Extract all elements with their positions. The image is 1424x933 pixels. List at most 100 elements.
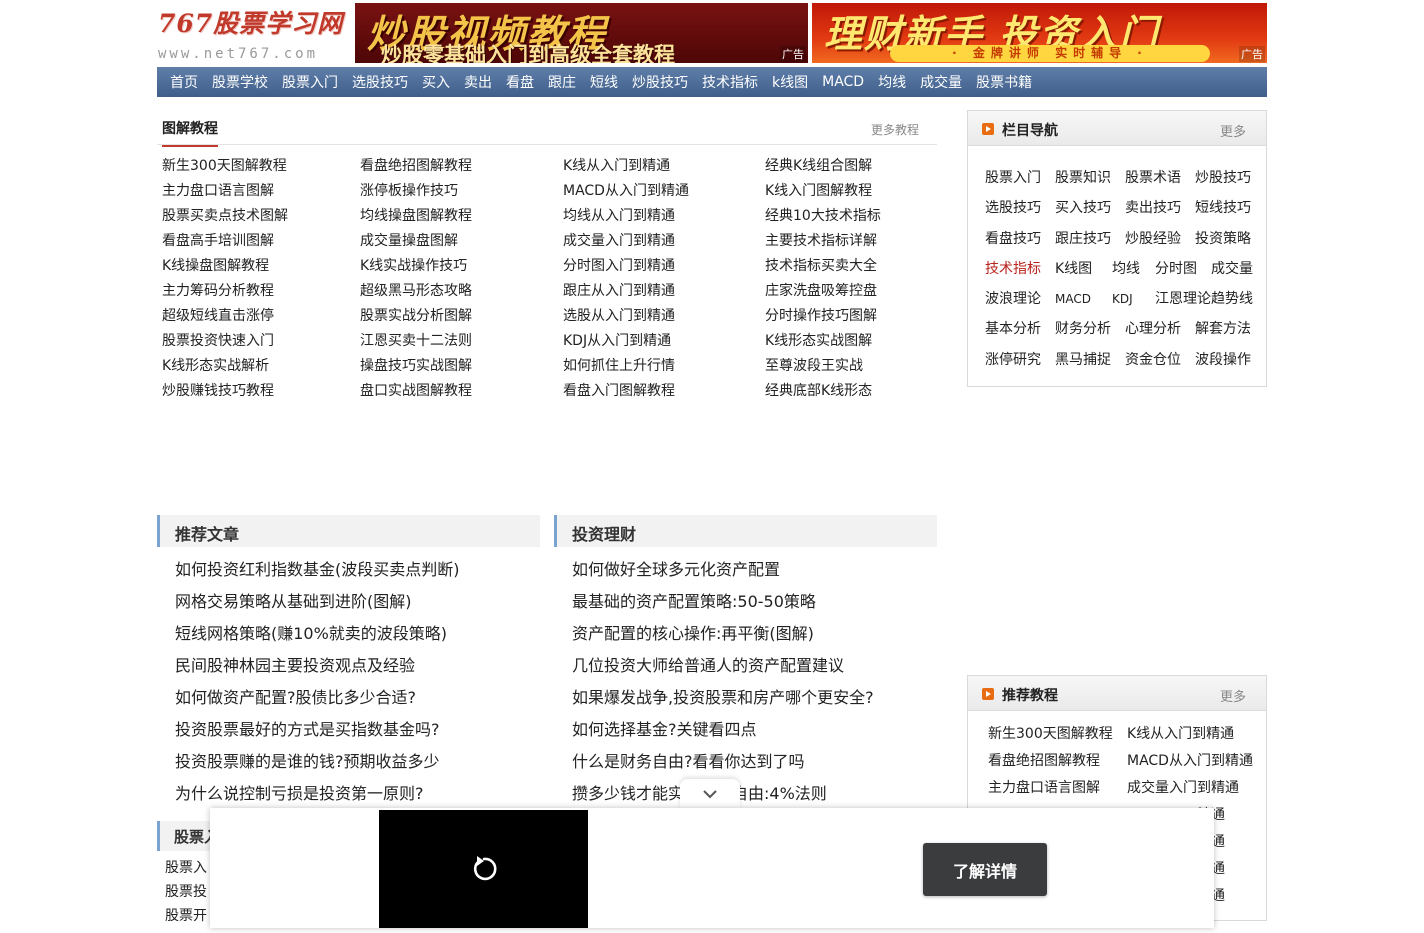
column-nav-link[interactable]: 短线技巧 — [1195, 193, 1265, 223]
banner-ad-video-course[interactable]: 炒股视频教程 炒股零基础入门到高级全套教程 广告 — [355, 3, 808, 63]
video-player[interactable] — [379, 810, 588, 928]
nav-item[interactable]: 选股技巧 — [352, 72, 408, 92]
column-nav-link[interactable]: 波浪理论 — [985, 284, 1055, 314]
article-link[interactable]: 如果爆发战争,投资股票和房产哪个更安全? — [572, 682, 874, 714]
column-nav-link[interactable]: K线图 — [1055, 254, 1112, 284]
nav-item[interactable]: 均线 — [878, 72, 906, 92]
article-link[interactable]: 投资股票赚的是谁的钱?预期收益多少 — [175, 746, 460, 778]
tutorial-link[interactable]: 庄家洗盘吸筹控盘 — [765, 279, 942, 304]
column-nav-link[interactable]: 黑马捕捉 — [1055, 345, 1125, 375]
column-nav-link[interactable]: 江恩理论 — [1155, 284, 1211, 314]
replay-icon[interactable] — [469, 854, 499, 884]
column-nav-link[interactable]: 成交量 — [1211, 254, 1261, 284]
tutorial-link[interactable]: MACD从入门到精通 — [563, 179, 765, 204]
tutorials-more-link[interactable]: 更多教程 — [871, 121, 919, 138]
nav-item[interactable]: MACD — [822, 74, 864, 90]
nav-item[interactable]: 炒股技巧 — [632, 72, 688, 92]
tutorial-link[interactable]: 分时操作技巧图解 — [765, 304, 942, 329]
nav-item[interactable]: 短线 — [590, 72, 618, 92]
tutorial-link[interactable]: 股票买卖点技术图解 — [162, 204, 360, 229]
article-link[interactable]: 民间股神林园主要投资观点及经验 — [175, 650, 460, 682]
tutorial-link[interactable]: 超级黑马形态攻略 — [360, 279, 563, 304]
tutorial-link[interactable]: 至尊波段王实战 — [765, 354, 942, 379]
tutorial-link[interactable]: 看盘入门图解教程 — [563, 379, 765, 404]
tutorial-link[interactable]: 如何抓住上升行情 — [563, 354, 765, 379]
article-link[interactable]: 如何投资红利指数基金(波段买卖点判断) — [175, 554, 460, 586]
learn-more-button[interactable]: 了解详情 — [923, 843, 1047, 896]
tutorial-link[interactable]: K线从入门到精通 — [1127, 721, 1257, 748]
tutorial-link[interactable]: 主力筹码分析教程 — [162, 279, 360, 304]
column-nav-link[interactable]: MACD — [1055, 284, 1112, 314]
tutorial-link[interactable]: 新生300天图解教程 — [162, 154, 360, 179]
article-link[interactable]: 资产配置的核心操作:再平衡(图解) — [572, 618, 874, 650]
tutorial-link[interactable]: 成交量操盘图解 — [360, 229, 563, 254]
column-nav-link[interactable]: 解套方法 — [1195, 314, 1265, 344]
column-nav-link[interactable]: 趋势线 — [1211, 284, 1261, 314]
panel-more-link[interactable]: 更多 — [1220, 686, 1246, 705]
tutorial-link[interactable]: 技术指标买卖大全 — [765, 254, 942, 279]
column-nav-link[interactable]: 投资策略 — [1195, 224, 1265, 254]
tutorial-link[interactable]: 股票投资快速入门 — [162, 329, 360, 354]
tutorial-link[interactable]: 炒股赚钱技巧教程 — [162, 379, 360, 404]
column-nav-link[interactable]: 技术指标 — [985, 254, 1055, 284]
collapse-overlay-button[interactable] — [680, 779, 740, 809]
column-nav-link[interactable]: 卖出技巧 — [1125, 193, 1195, 223]
nav-item[interactable]: 股票入门 — [282, 72, 338, 92]
nav-item[interactable]: 卖出 — [464, 72, 492, 92]
tutorial-link[interactable]: 看盘绝招图解教程 — [988, 748, 1127, 775]
tutorial-link[interactable]: 经典K线组合图解 — [765, 154, 942, 179]
tutorial-link[interactable]: 股票实战分析图解 — [360, 304, 563, 329]
tutorial-link[interactable]: 涨停板操作技巧 — [360, 179, 563, 204]
banner-ad-finance-beginner[interactable]: 理财新手 投资入门 · 金牌讲师 实时辅导 · 广告 — [812, 3, 1267, 63]
nav-item[interactable]: 看盘 — [506, 72, 534, 92]
article-link[interactable]: 最基础的资产配置策略:50-50策略 — [572, 586, 874, 618]
column-nav-link[interactable]: 股票知识 — [1055, 163, 1125, 193]
nav-item[interactable]: k线图 — [772, 72, 808, 92]
tutorial-link[interactable]: 跟庄从入门到精通 — [563, 279, 765, 304]
article-link[interactable]: 几位投资大师给普通人的资产配置建议 — [572, 650, 874, 682]
column-nav-link[interactable]: 资金仓位 — [1125, 345, 1195, 375]
tutorial-link[interactable]: 经典底部K线形态 — [765, 379, 942, 404]
column-nav-link[interactable]: 选股技巧 — [985, 193, 1055, 223]
tutorial-link[interactable]: 主力盘口语言图解 — [162, 179, 360, 204]
tutorial-link[interactable]: K线操盘图解教程 — [162, 254, 360, 279]
column-nav-link[interactable]: 跟庄技巧 — [1055, 224, 1125, 254]
nav-item[interactable]: 股票学校 — [212, 72, 268, 92]
nav-item[interactable]: 跟庄 — [548, 72, 576, 92]
nav-item[interactable]: 首页 — [170, 72, 198, 92]
stock-intro-link[interactable]: 股票入 — [165, 856, 207, 880]
column-nav-link[interactable]: 基本分析 — [985, 314, 1055, 344]
tutorial-link[interactable]: K线形态实战解析 — [162, 354, 360, 379]
tutorial-link[interactable]: 均线操盘图解教程 — [360, 204, 563, 229]
article-link[interactable]: 什么是财务自由?看看你达到了吗 — [572, 746, 874, 778]
tutorial-link[interactable]: K线实战操作技巧 — [360, 254, 563, 279]
tutorial-link[interactable]: 主要技术指标详解 — [765, 229, 942, 254]
tutorial-link[interactable]: K线形态实战图解 — [765, 329, 942, 354]
column-nav-link[interactable]: 涨停研究 — [985, 345, 1055, 375]
tutorial-link[interactable]: 分时图入门到精通 — [563, 254, 765, 279]
column-nav-link[interactable]: 分时图 — [1155, 254, 1211, 284]
tutorial-link[interactable]: KDJ从入门到精通 — [563, 329, 765, 354]
nav-item[interactable]: 股票书籍 — [976, 72, 1032, 92]
column-nav-link[interactable]: 均线 — [1112, 254, 1155, 284]
column-nav-link[interactable]: 买入技巧 — [1055, 193, 1125, 223]
article-link[interactable]: 为什么说控制亏损是投资第一原则? — [175, 778, 460, 810]
panel-more-link[interactable]: 更多 — [1220, 121, 1246, 140]
tutorial-link[interactable]: 看盘高手培训图解 — [162, 229, 360, 254]
nav-item[interactable]: 技术指标 — [702, 72, 758, 92]
column-nav-link[interactable]: 看盘技巧 — [985, 224, 1055, 254]
tutorial-link[interactable]: 成交量入门到精通 — [563, 229, 765, 254]
tutorial-link[interactable]: 操盘技巧实战图解 — [360, 354, 563, 379]
article-link[interactable]: 短线网格策略(赚10%就卖的波段策略) — [175, 618, 460, 650]
stock-intro-link[interactable]: 股票开 — [165, 904, 207, 928]
tutorial-link[interactable]: K线入门图解教程 — [765, 179, 942, 204]
site-logo[interactable]: 767股票学习网 www.net767.com — [158, 4, 344, 64]
tutorial-link[interactable]: 看盘绝招图解教程 — [360, 154, 563, 179]
column-nav-link[interactable]: 炒股技巧 — [1195, 163, 1265, 193]
column-nav-link[interactable]: 股票入门 — [985, 163, 1055, 193]
tutorial-link[interactable]: 主力盘口语言图解 — [988, 775, 1127, 802]
column-nav-link[interactable]: 波段操作 — [1195, 345, 1265, 375]
tutorial-link[interactable]: MACD从入门到精通 — [1127, 748, 1257, 775]
tutorial-link[interactable]: 江恩买卖十二法则 — [360, 329, 563, 354]
column-nav-link[interactable]: 股票术语 — [1125, 163, 1195, 193]
